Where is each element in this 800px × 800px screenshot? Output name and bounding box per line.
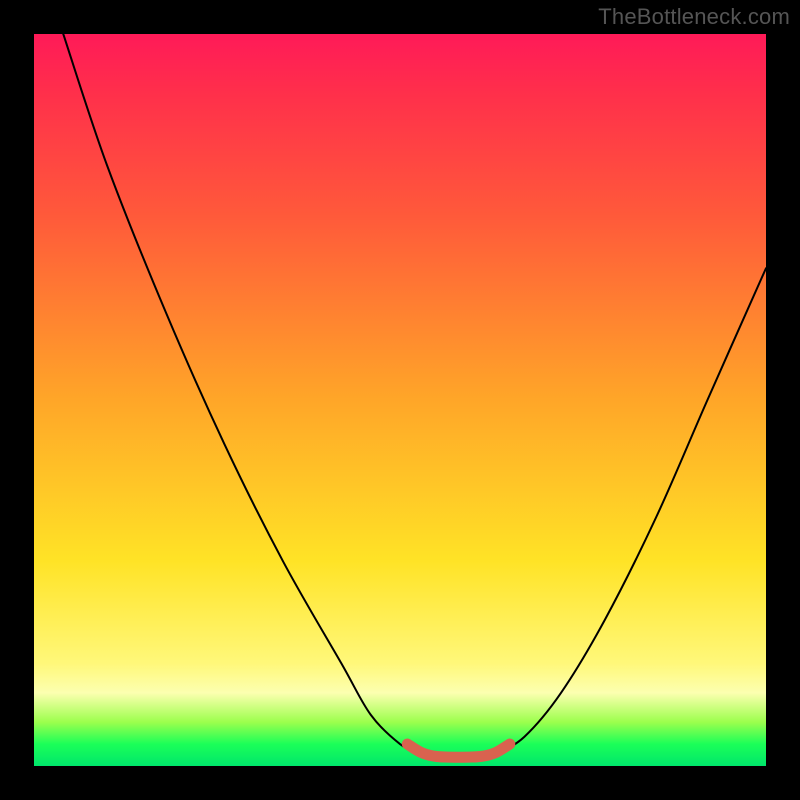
left-curve: [63, 34, 422, 755]
watermark-text: TheBottleneck.com: [598, 4, 790, 30]
chart-frame: TheBottleneck.com: [0, 0, 800, 800]
right-curve: [495, 268, 766, 755]
plot-area: [34, 34, 766, 766]
curve-layer: [34, 34, 766, 766]
trough-highlight: [407, 744, 509, 757]
